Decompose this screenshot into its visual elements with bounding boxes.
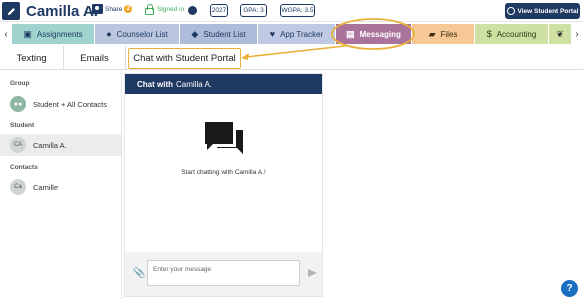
conversation-sidebar: Group ●● Student + All Contacts Student … [0,71,122,299]
group-section-label: Group [10,80,30,87]
message-input[interactable] [147,260,300,286]
leaf-icon: ❦ [556,28,564,39]
app-window: Camilla A. Share 2 Signed in 2027 GPA: 3… [0,0,583,299]
edit-student-button[interactable] [2,2,20,20]
share-icon [92,4,103,14]
conversation-label: Camilla A. [33,140,67,150]
send-icon[interactable] [308,269,317,277]
tab-label: Files [440,29,458,39]
share-count-badge: 2 [124,5,133,13]
tab-label: Counselor List [116,29,168,39]
chat-header-name: Camilla A. [176,79,213,89]
contacts-section-label: Contacts [10,164,38,171]
subtab-texting[interactable]: Texting [0,46,64,70]
header-bar: Camilla A. Share 2 Signed in 2027 GPA: 3… [0,0,583,22]
gpa-pill: GPA: 3 [240,4,267,17]
tab-label: Assignments [36,29,83,39]
tab-counselor-list[interactable]: ● Counselor List [95,24,179,44]
timer-icon[interactable] [188,6,197,15]
chat-bubbles-icon [205,122,243,154]
tab-label: Messaging [359,29,401,39]
graduation-year-pill: 2027 [210,4,228,17]
conversation-item-contact[interactable]: Ca Camille [0,176,121,198]
wgpa-pill: WGPA: 3.5 [280,4,315,17]
signed-in-label: Signed in [157,6,185,13]
chat-header: Chat with Camilla A. [125,74,322,94]
folder-icon: ▰ [428,28,436,39]
conversation-label: Camille [33,182,59,192]
subtab-chat-with-student-portal[interactable]: Chat with Student Portal [128,48,241,69]
tab-files[interactable]: ▰ Files [412,24,474,44]
tab-messaging[interactable]: ▤ Messaging [336,24,411,44]
signed-in-status: Signed in [145,4,184,15]
help-button[interactable]: ? [561,280,578,297]
conversation-item-student[interactable]: CA Camilla A. [0,134,121,156]
conversation-item-group[interactable]: ●● Student + All Contacts [0,93,121,115]
share-button[interactable]: Share 2 [92,4,133,14]
globe-icon [506,7,515,15]
tab-accounting[interactable]: $ Accounting [475,24,548,44]
subtab-emails[interactable]: Emails [64,46,126,70]
pencil-icon [7,7,15,15]
paperclip-icon[interactable]: 📎 [133,268,145,279]
messaging-subtabs: Texting Emails Chat with Student Portal [0,46,583,70]
main-nav: ‹ ▣ Assignments ● Counselor List ◆ Stude… [0,24,583,44]
group-icon: ●● [10,96,26,112]
tab-partial-next[interactable]: ❦ [549,24,571,44]
student-section-label: Student [10,122,35,129]
avatar: CA [10,137,26,153]
chat-composer: 📎 [125,252,322,296]
person-icon: ● [106,29,112,39]
chat-empty-message: Start chatting with Camilla A.! [181,169,266,176]
clipboard-icon: ▣ [23,28,32,39]
avatar: Ca [10,179,26,195]
heart-icon: ♥ [269,29,276,39]
lock-icon [145,4,154,15]
tab-label: App Tracker [280,29,324,39]
view-student-portal-button[interactable]: View Student Portal [505,3,580,19]
conversation-label: Student + All Contacts [33,99,108,109]
graduation-cap-icon: ◆ [191,28,199,39]
tab-label: Accounting [496,29,537,39]
share-label: Share [105,5,123,13]
tab-label: Student List [203,29,246,39]
view-portal-label: View Student Portal [517,7,579,15]
dollar-icon: $ [486,29,492,39]
tab-student-list[interactable]: ◆ Student List [180,24,257,44]
chat-panel: Chat with Camilla A. Start chatting with… [124,73,323,297]
nav-next-arrow[interactable]: › [571,24,583,44]
tab-assignments[interactable]: ▣ Assignments [12,24,94,44]
chat-icon: ▤ [346,28,355,39]
tab-app-tracker[interactable]: ♥ App Tracker [258,24,335,44]
student-name: Camilla A. [26,3,98,20]
nav-prev-arrow[interactable]: ‹ [0,24,12,44]
chat-header-prefix: Chat with [137,79,173,89]
